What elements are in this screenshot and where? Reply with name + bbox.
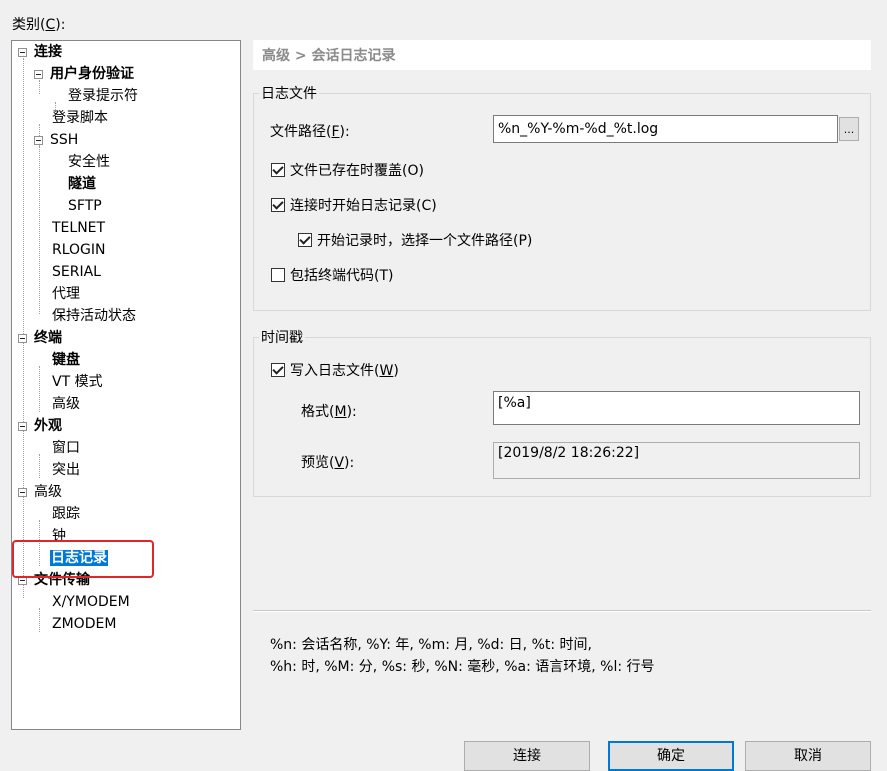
tree-item-ssh[interactable]: SSH: [32, 129, 78, 151]
collapse-icon[interactable]: [34, 70, 43, 79]
tree-item-keepalive[interactable]: 保持活动状态: [52, 305, 136, 327]
choose-path-label: 开始记录时，选择一个文件路径(P): [317, 233, 533, 249]
collapse-icon[interactable]: [34, 136, 43, 145]
format-label: 格式(M):: [301, 404, 357, 420]
tree-item-tunnels[interactable]: 隧道: [68, 173, 96, 195]
format-help-text: %n: 会话名称, %Y: 年, %m: 月, %d: 日, %t: 时间, %…: [270, 634, 655, 678]
breadcrumb: 高级 > 会话日志记录: [262, 48, 396, 64]
tree-line: [39, 124, 40, 314]
highlight-annotation: [12, 540, 154, 578]
tree-item-serial[interactable]: SERIAL: [52, 261, 101, 283]
tree-item-proxy[interactable]: 代理: [52, 283, 80, 305]
preview-label: 预览(V):: [301, 455, 355, 471]
write-timestamp-checkbox[interactable]: [271, 363, 285, 377]
tree-item-keyboard[interactable]: 键盘: [52, 349, 80, 371]
collapse-icon[interactable]: [18, 48, 27, 57]
tree-line: [39, 608, 40, 632]
tree-item-login-scripts[interactable]: 登录脚本: [52, 107, 108, 129]
tree-item-appearance[interactable]: 外观: [16, 415, 62, 437]
start-on-connect-checkbox[interactable]: [271, 198, 285, 212]
include-terminal-codes-label: 包括终端代码(T): [290, 268, 394, 284]
tree-item-login-prompts[interactable]: 登录提示符: [68, 85, 138, 107]
file-path-input[interactable]: [493, 115, 838, 143]
tree-item-telnet[interactable]: TELNET: [52, 217, 105, 239]
category-label: 类别(C):: [12, 17, 66, 33]
tree-item-terminal-advanced[interactable]: 高级: [52, 393, 80, 415]
choose-path-checkbox[interactable]: [298, 233, 312, 247]
help-line-1: %n: 会话名称, %Y: 年, %m: 月, %d: 日, %t: 时间,: [270, 637, 592, 653]
tree-item-user-auth[interactable]: 用户身份验证: [32, 63, 134, 85]
category-tree[interactable]: 连接 用户身份验证 登录提示符 登录脚本 SSH 安全性 隧道 SFTP TEL…: [11, 40, 241, 730]
tree-item-window[interactable]: 窗口: [52, 437, 80, 459]
tree-item-zmodem[interactable]: ZMODEM: [52, 613, 116, 635]
preview-field: [2019/8/2 18:26:22]: [493, 442, 860, 479]
tree-item-trace[interactable]: 跟踪: [52, 503, 80, 525]
collapse-icon[interactable]: [18, 488, 27, 497]
timestamp-group-title: 时间戳: [259, 327, 305, 347]
tree-item-connection[interactable]: 连接: [16, 41, 62, 63]
start-on-connect-label: 连接时开始日志记录(C): [290, 198, 437, 214]
tree-item-highlight[interactable]: 突出: [52, 459, 80, 481]
tree-item-vt-modes[interactable]: VT 模式: [52, 371, 103, 393]
collapse-icon[interactable]: [18, 334, 27, 343]
collapse-icon[interactable]: [18, 422, 27, 431]
divider: [253, 610, 871, 612]
format-input[interactable]: [493, 391, 860, 425]
tree-item-sftp[interactable]: SFTP: [68, 195, 102, 217]
include-terminal-codes-checkbox[interactable]: [271, 268, 285, 282]
tree-line: [39, 454, 40, 478]
tree-item-advanced[interactable]: 高级: [16, 481, 62, 503]
help-line-2: %h: 时, %M: 分, %s: 秒, %N: 毫秒, %a: 语言环境, %…: [270, 659, 655, 675]
tree-item-rlogin[interactable]: RLOGIN: [52, 239, 106, 261]
overwrite-label: 文件已存在时覆盖(O): [290, 163, 424, 179]
connect-button[interactable]: 连接: [464, 741, 590, 771]
write-timestamp-label: 写入日志文件(W): [290, 363, 399, 379]
tree-line: [39, 366, 40, 412]
overwrite-checkbox[interactable]: [271, 163, 285, 177]
browse-button[interactable]: ...: [839, 117, 859, 141]
log-file-group-title: 日志文件: [259, 83, 319, 103]
tree-item-xymodem[interactable]: X/YMODEM: [52, 591, 130, 613]
ok-button[interactable]: 确定: [608, 741, 734, 771]
file-path-label: 文件路径(F):: [270, 124, 350, 140]
cancel-button[interactable]: 取消: [745, 741, 871, 771]
tree-item-security[interactable]: 安全性: [68, 151, 110, 173]
tree-item-terminal[interactable]: 终端: [16, 327, 62, 349]
